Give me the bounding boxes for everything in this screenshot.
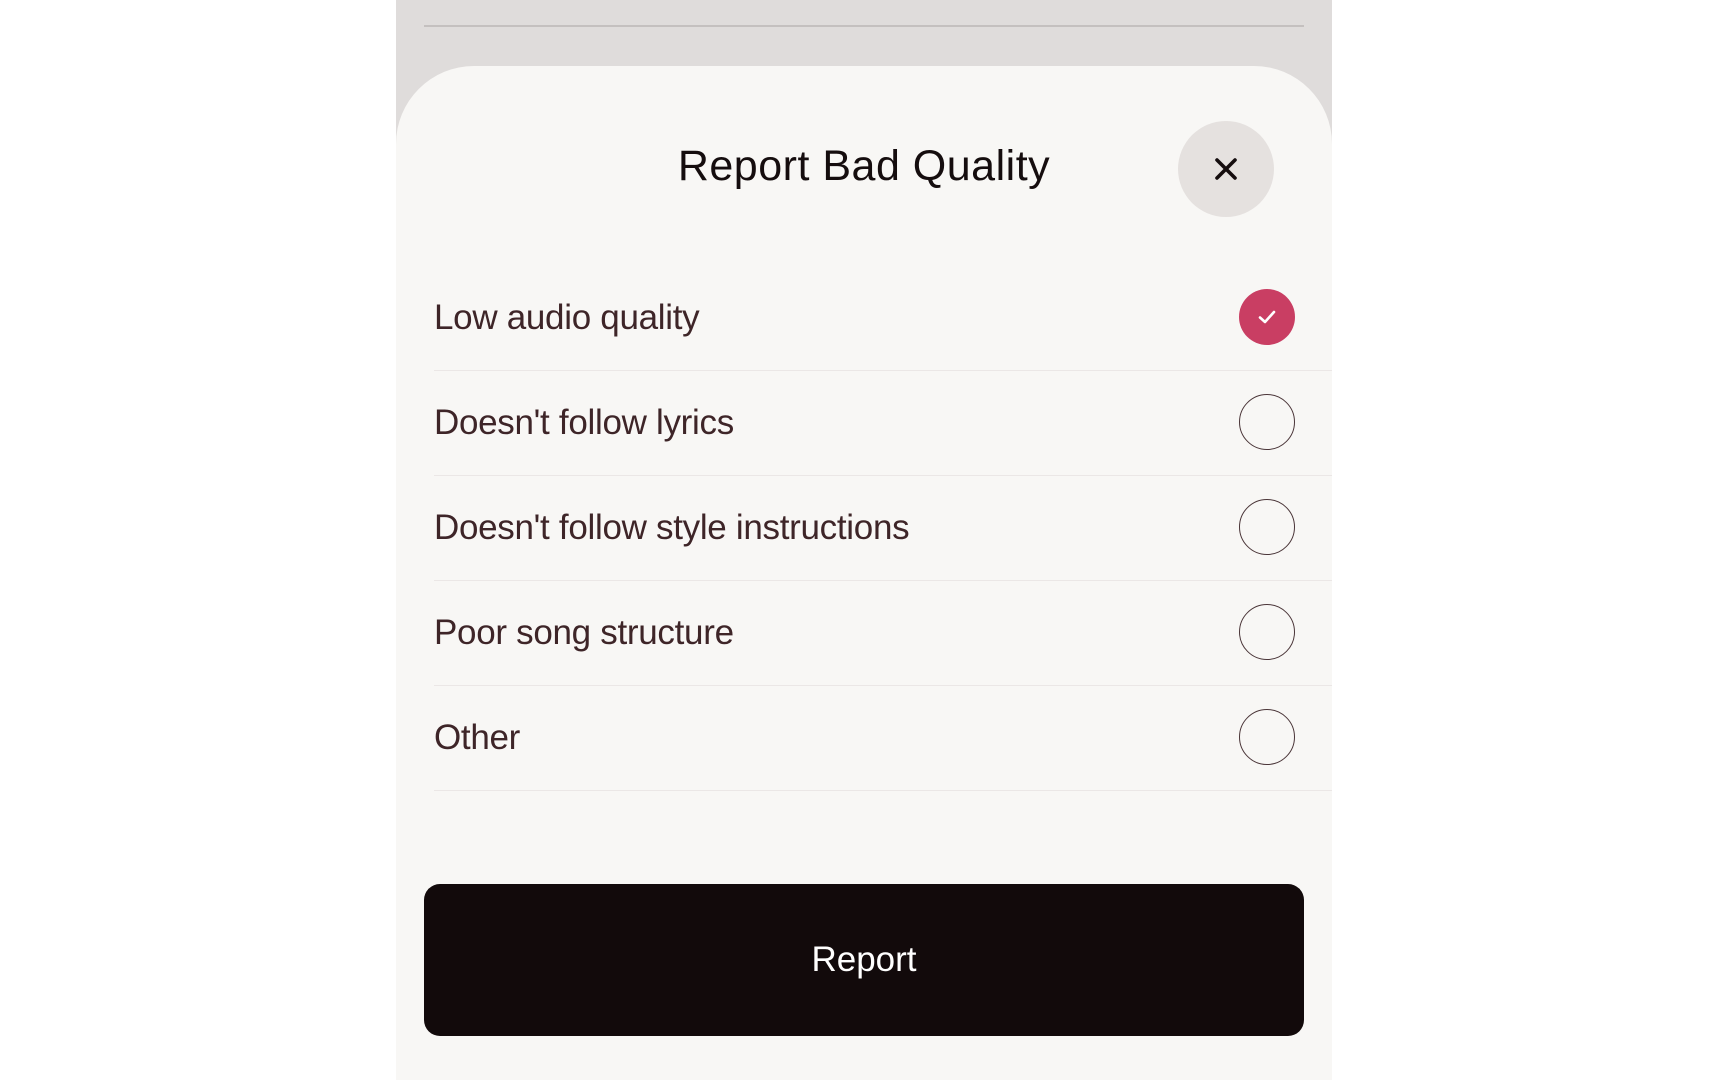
report-bottom-sheet: Report Bad Quality Low audio quality Doe… <box>396 66 1332 1080</box>
option-doesnt-follow-lyrics[interactable]: Doesn't follow lyrics <box>434 371 1332 476</box>
option-label: Low audio quality <box>434 298 700 337</box>
option-label: Doesn't follow lyrics <box>434 403 734 442</box>
option-low-audio-quality[interactable]: Low audio quality <box>434 266 1332 371</box>
option-doesnt-follow-style-instructions[interactable]: Doesn't follow style instructions <box>434 476 1332 581</box>
radio-unchecked[interactable] <box>1239 394 1295 450</box>
radio-unchecked[interactable] <box>1239 499 1295 555</box>
close-button[interactable] <box>1178 121 1274 217</box>
report-button[interactable]: Report <box>424 884 1304 1036</box>
reason-options-list: Low audio quality Doesn't follow lyrics … <box>434 266 1332 791</box>
option-other[interactable]: Other <box>434 686 1332 791</box>
option-label: Doesn't follow style instructions <box>434 508 910 547</box>
close-icon <box>1215 158 1237 180</box>
checkmark-icon <box>1258 310 1276 324</box>
option-poor-song-structure[interactable]: Poor song structure <box>434 581 1332 686</box>
radio-checked[interactable] <box>1239 289 1295 345</box>
app-screen: Report Bad Quality Low audio quality Doe… <box>396 0 1332 1080</box>
option-label: Other <box>434 718 521 757</box>
radio-unchecked[interactable] <box>1239 709 1295 765</box>
option-label: Poor song structure <box>434 613 734 652</box>
background-divider <box>424 25 1304 27</box>
radio-unchecked[interactable] <box>1239 604 1295 660</box>
